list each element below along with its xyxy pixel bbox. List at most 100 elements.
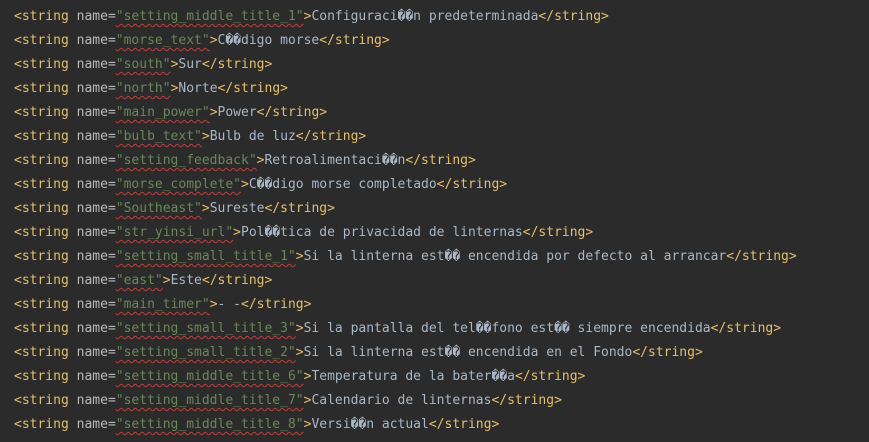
string-resource-text: Norte — [178, 81, 218, 96]
xml-end-tag: </string> — [632, 345, 703, 360]
string-resource-text: Versi��n actual — [311, 417, 429, 432]
code-line[interactable]: <string name="south">Sur</string> — [14, 53, 869, 77]
xml-attribute-value: "morse_text" — [115, 33, 210, 48]
xml-open-tag: <string — [14, 393, 69, 408]
code-line[interactable]: <string name="main_timer">- -</string> — [14, 293, 869, 317]
xml-open-tag: <string — [14, 81, 69, 96]
xml-attribute-equals: = — [107, 345, 116, 360]
xml-attribute-name: name — [68, 33, 108, 48]
xml-attribute-equals: = — [107, 225, 116, 240]
xml-attribute-name: name — [68, 321, 108, 336]
string-resource-text: Si la pantalla del tel��fono est�� siemp… — [303, 321, 711, 336]
xml-open-tag: <string — [14, 273, 69, 288]
code-line[interactable]: <string name="setting_middle_title_6">Te… — [14, 365, 869, 389]
code-line[interactable]: <string name="setting_middle_title_8">Ve… — [14, 413, 869, 437]
xml-tag-close-bracket: > — [295, 345, 304, 360]
xml-attribute-value: "setting_middle_title_6" — [115, 369, 304, 384]
code-line[interactable]: <string name="east">Este</string> — [14, 269, 869, 293]
xml-attribute-name: name — [68, 57, 108, 72]
xml-attribute-equals: = — [107, 297, 116, 312]
xml-tag-close-bracket: > — [241, 177, 249, 192]
xml-attribute-equals: = — [107, 417, 116, 432]
xml-attribute-value: "Southeast" — [115, 201, 202, 216]
xml-end-tag: </string> — [710, 321, 782, 336]
xml-attribute-equals: = — [107, 369, 116, 384]
xml-open-tag: <string — [14, 297, 69, 312]
code-line[interactable]: <string name="north">Norte</string> — [14, 77, 869, 101]
xml-attribute-name: name — [68, 393, 108, 408]
string-resource-text: Calendario de linternas — [311, 393, 492, 408]
code-line[interactable]: <string name="morse_text">C��digo morse<… — [14, 29, 869, 53]
code-line[interactable]: <string name="main_power">Power</string> — [14, 101, 869, 125]
xml-open-tag: <string — [14, 33, 69, 48]
xml-tag-close-bracket: > — [209, 105, 218, 120]
code-line[interactable]: <string name="setting_feedback">Retroali… — [14, 149, 869, 173]
code-line[interactable]: <string name="Southeast">Sureste</string… — [14, 197, 869, 221]
code-line[interactable]: <string name="str_yinsi_url">Pol��tica d… — [14, 221, 869, 245]
string-resource-text: Power — [217, 105, 257, 120]
string-resource-text: Pol��tica de privacidad de linternas — [241, 225, 523, 240]
code-line[interactable]: <string name="setting_middle_title_1">Co… — [14, 5, 869, 29]
xml-attribute-name: name — [68, 177, 108, 192]
xml-attribute-equals: = — [107, 57, 116, 72]
code-line[interactable]: <string name="setting_small_title_3">Si … — [14, 317, 869, 341]
xml-tag-close-bracket: > — [201, 129, 210, 144]
xml-attribute-name: name — [68, 129, 108, 144]
xml-attribute-equals: = — [107, 321, 116, 336]
string-resource-text: - - — [217, 297, 241, 312]
xml-attribute-value: "str_yinsi_url" — [115, 225, 234, 240]
xml-attribute-value: "main_timer" — [115, 297, 210, 312]
string-resource-text: C��digo morse — [217, 33, 320, 48]
xml-open-tag: <string — [14, 417, 69, 432]
xml-tag-close-bracket: > — [233, 225, 241, 240]
xml-end-tag: </string> — [538, 9, 609, 24]
xml-attribute-name: name — [68, 153, 108, 168]
code-line[interactable]: <string name="setting_small_title_1">Si … — [14, 245, 869, 269]
xml-end-tag: </string> — [428, 417, 500, 432]
xml-attribute-equals: = — [107, 129, 116, 144]
xml-attribute-name: name — [68, 345, 108, 360]
xml-attribute-name: name — [68, 417, 108, 432]
code-line[interactable]: <string name="setting_middle_title_7">Ca… — [14, 389, 869, 413]
xml-end-tag: </string> — [491, 393, 562, 408]
xml-open-tag: <string — [14, 321, 69, 336]
xml-tag-close-bracket: > — [162, 273, 171, 288]
xml-open-tag: <string — [14, 9, 69, 24]
xml-attribute-value: "south" — [115, 57, 171, 72]
code-editor[interactable]: <string name="setting_middle_title_1">Co… — [0, 0, 869, 442]
xml-attribute-name: name — [68, 81, 108, 96]
xml-attribute-name: name — [68, 297, 108, 312]
xml-open-tag: <string — [14, 105, 69, 120]
code-lines[interactable]: <string name="setting_middle_title_1">Co… — [14, 5, 869, 437]
xml-open-tag: <string — [14, 129, 69, 144]
string-resource-text: C��digo morse completado — [248, 177, 437, 192]
xml-open-tag: <string — [14, 153, 69, 168]
xml-attribute-value: "setting_small_title_3" — [115, 321, 296, 336]
xml-attribute-equals: = — [107, 249, 116, 264]
xml-open-tag: <string — [14, 249, 69, 264]
code-line[interactable]: <string name="bulb_text">Bulb de luz</st… — [14, 125, 869, 149]
code-line[interactable]: <string name="morse_complete">C��digo mo… — [14, 173, 869, 197]
xml-tag-close-bracket: > — [295, 321, 304, 336]
xml-attribute-name: name — [68, 201, 108, 216]
xml-attribute-name: name — [68, 273, 108, 288]
xml-end-tag: </string> — [264, 201, 335, 216]
xml-end-tag: </string> — [217, 81, 288, 96]
xml-open-tag: <string — [14, 177, 69, 192]
xml-attribute-equals: = — [107, 9, 116, 24]
xml-open-tag: <string — [14, 57, 69, 72]
xml-attribute-value: "main_power" — [115, 105, 210, 120]
xml-attribute-value: "bulb_text" — [115, 129, 202, 144]
xml-attribute-equals: = — [107, 153, 116, 168]
string-resource-text: Temperatura de la bater��a — [311, 369, 515, 384]
xml-attribute-value: "morse_complete" — [115, 177, 241, 192]
xml-end-tag: </string> — [241, 297, 312, 312]
xml-attribute-value: "setting_middle_title_1" — [115, 9, 304, 24]
string-resource-text: Bulb de luz — [209, 129, 296, 144]
xml-attribute-name: name — [68, 225, 108, 240]
xml-end-tag: </string> — [201, 57, 273, 72]
xml-open-tag: <string — [14, 345, 69, 360]
xml-end-tag: </string> — [726, 249, 797, 264]
xml-attribute-equals: = — [107, 393, 116, 408]
code-line[interactable]: <string name="setting_small_title_2">Si … — [14, 341, 869, 365]
